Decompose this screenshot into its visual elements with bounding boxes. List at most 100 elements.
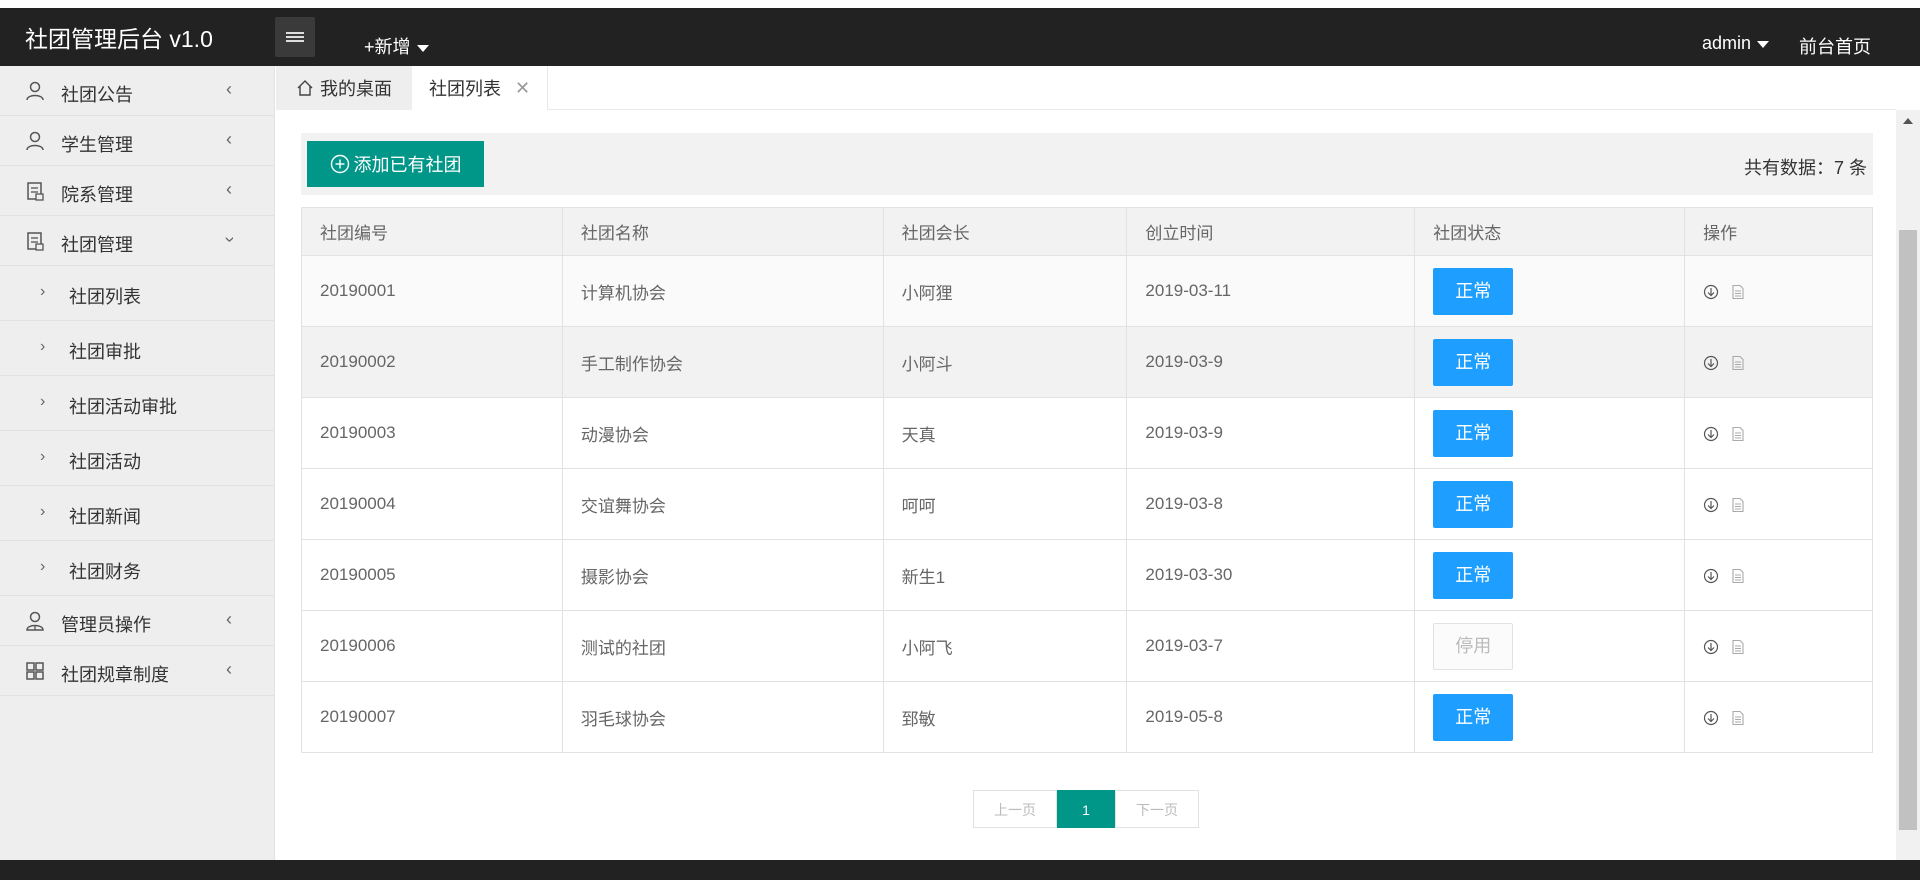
detail-icon[interactable] — [1730, 497, 1746, 513]
tab-club-list[interactable]: 社团列表 ✕ — [412, 66, 548, 110]
club-name: 交谊舞协会 — [561, 468, 884, 540]
club-name: 计算机协会 — [561, 255, 884, 327]
menu-toggle-button[interactable] — [275, 17, 315, 57]
sidebar-subitem-news[interactable]: › 社团新闻 — [0, 486, 274, 541]
detail-icon[interactable] — [1730, 568, 1746, 584]
close-icon[interactable]: ✕ — [515, 78, 530, 99]
plus-circle-icon — [330, 154, 349, 174]
sidebar-item-label: 社团管理 — [61, 235, 133, 255]
disable-icon[interactable] — [1703, 710, 1719, 726]
chevron-right-icon: › — [40, 283, 46, 300]
document-icon — [27, 232, 44, 251]
sidebar-subitem-activity-approval[interactable]: › 社团活动审批 — [0, 376, 274, 431]
club-leader: 郅敏 — [882, 681, 1128, 753]
status-button[interactable]: 正常 — [1433, 267, 1514, 315]
club-name: 摄影协会 — [561, 539, 884, 611]
club-id: 20190003 — [301, 397, 563, 469]
status-button[interactable]: 正常 — [1433, 480, 1514, 528]
detail-icon[interactable] — [1730, 710, 1746, 726]
sidebar-subitem-label: 社团审批 — [69, 342, 141, 362]
chevron-left-icon: ‹ — [226, 179, 232, 199]
status-button-disabled[interactable]: 停用 — [1433, 622, 1514, 670]
user-menu[interactable]: admin — [1702, 33, 1770, 54]
club-status-cell: 正常 — [1414, 539, 1686, 611]
detail-icon[interactable] — [1730, 284, 1746, 300]
scrollbar[interactable] — [1896, 110, 1920, 860]
actions-cell — [1684, 681, 1873, 753]
status-button[interactable]: 正常 — [1433, 551, 1514, 599]
current-page[interactable]: 1 — [1057, 790, 1115, 828]
add-club-button[interactable]: 添加已有社团 — [307, 141, 484, 187]
disable-icon[interactable] — [1703, 497, 1719, 513]
total-count: 共有数据：7 条 — [1743, 158, 1867, 178]
sidebar-item-label: 院系管理 — [61, 185, 133, 205]
sidebar-item-admin-ops[interactable]: 管理员操作 ‹ — [0, 596, 274, 646]
add-new-label: +新增 — [364, 37, 411, 57]
prev-page-button[interactable]: 上一页 — [973, 790, 1057, 828]
club-status-cell: 停用 — [1414, 610, 1686, 682]
actions-cell — [1684, 610, 1873, 682]
club-date: 2019-05-8 — [1126, 681, 1416, 753]
club-id: 20190007 — [301, 681, 563, 753]
chevron-left-icon: ‹ — [226, 659, 232, 679]
chevron-right-icon: › — [40, 338, 46, 355]
chevron-right-icon: › — [40, 393, 46, 410]
home-icon — [297, 80, 313, 96]
sidebar-item-rules[interactable]: 社团规章制度 ‹ — [0, 646, 274, 696]
table-row: 20190007 羽毛球协会 郅敏 2019-05-8 正常 — [301, 681, 1873, 753]
column-header: 社团会长 — [882, 207, 1128, 256]
column-header: 社团编号 — [301, 207, 563, 256]
document-icon — [27, 182, 44, 201]
enable-icon[interactable] — [1703, 639, 1719, 655]
sidebar-item-club-management[interactable]: 社团管理 ‹ — [0, 216, 274, 266]
top-bar: 社团管理后台 v1.0 +新增 admin 前台首页 — [0, 0, 1920, 66]
sidebar-subitem-label: 社团活动 — [69, 452, 141, 472]
column-header: 创立时间 — [1126, 207, 1416, 256]
club-date: 2019-03-11 — [1126, 255, 1416, 327]
detail-icon[interactable] — [1730, 639, 1746, 655]
toolbar: 添加已有社团 共有数据：7 条 — [301, 133, 1873, 195]
detail-icon[interactable] — [1730, 355, 1746, 371]
status-button[interactable]: 正常 — [1433, 338, 1514, 386]
club-date: 2019-03-8 — [1126, 468, 1416, 540]
sidebar-subitem-club-approval[interactable]: › 社团审批 — [0, 321, 274, 376]
user-name: admin — [1702, 33, 1752, 53]
disable-icon[interactable] — [1703, 284, 1719, 300]
disable-icon[interactable] — [1703, 355, 1719, 371]
chevron-left-icon: ‹ — [226, 79, 232, 99]
table-row: 20190005 摄影协会 新生1 2019-03-30 正常 — [301, 539, 1873, 611]
club-id: 20190006 — [301, 610, 563, 682]
sidebar-item-announcements[interactable]: 社团公告 ‹ — [0, 66, 274, 116]
chevron-left-icon: ‹ — [226, 129, 232, 149]
front-page-link[interactable]: 前台首页 — [1799, 33, 1871, 59]
club-date: 2019-03-7 — [1126, 610, 1416, 682]
table-row: 20190004 交谊舞协会 呵呵 2019-03-8 正常 — [301, 468, 1873, 540]
tab-home[interactable]: 我的桌面 — [276, 66, 412, 110]
club-id: 20190004 — [301, 468, 563, 540]
sidebar: 社团公告 ‹ 学生管理 ‹ 院系管理 ‹ 社团管理 ‹ › 社团列表 › 社团审… — [0, 66, 275, 860]
sidebar-item-departments[interactable]: 院系管理 ‹ — [0, 166, 274, 216]
club-id: 20190005 — [301, 539, 563, 611]
status-button[interactable]: 正常 — [1433, 693, 1514, 741]
add-new-menu[interactable]: +新增 — [364, 33, 429, 59]
detail-icon[interactable] — [1730, 426, 1746, 442]
club-name: 羽毛球协会 — [561, 681, 884, 753]
app-title: 社团管理后台 v1.0 — [25, 26, 213, 52]
sidebar-subitem-finance[interactable]: › 社团财务 — [0, 541, 274, 596]
actions-cell — [1684, 255, 1873, 327]
club-status-cell: 正常 — [1414, 681, 1686, 753]
club-name: 测试的社团 — [561, 610, 884, 682]
club-status-cell: 正常 — [1414, 255, 1686, 327]
sidebar-item-students[interactable]: 学生管理 ‹ — [0, 116, 274, 166]
disable-icon[interactable] — [1703, 426, 1719, 442]
club-name: 动漫协会 — [561, 397, 884, 469]
next-page-button[interactable]: 下一页 — [1115, 790, 1199, 828]
sidebar-subitem-club-list[interactable]: › 社团列表 — [0, 266, 274, 321]
table-row: 20190003 动漫协会 天真 2019-03-9 正常 — [301, 397, 1873, 469]
scroll-up-arrow[interactable] — [1903, 118, 1913, 124]
disable-icon[interactable] — [1703, 568, 1719, 584]
sidebar-subitem-activities[interactable]: › 社团活动 — [0, 431, 274, 486]
club-date: 2019-03-30 — [1126, 539, 1416, 611]
scrollbar-thumb[interactable] — [1899, 230, 1917, 830]
status-button[interactable]: 正常 — [1433, 409, 1514, 457]
